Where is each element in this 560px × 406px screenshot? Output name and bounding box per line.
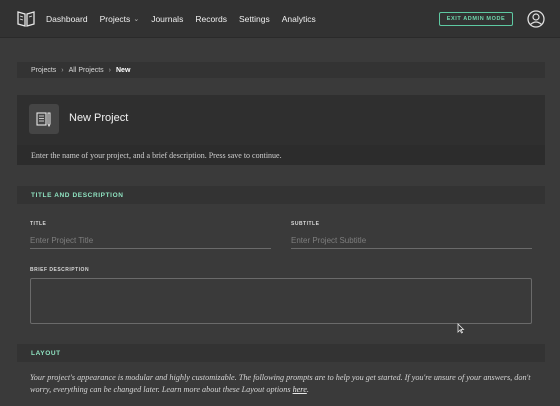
title-input[interactable]: Enter Project Title [30, 233, 271, 249]
chevron-right-icon: › [108, 66, 111, 74]
nav-dashboard-label: Dashboard [46, 14, 88, 24]
mouse-cursor-icon [457, 323, 465, 334]
nav-journals-label: Journals [151, 14, 184, 24]
subtitle-input[interactable]: Enter Project Subtitle [291, 233, 532, 249]
section-title-and-description: TITLE AND DESCRIPTION [17, 186, 545, 204]
breadcrumb-all-projects[interactable]: All Projects [69, 67, 104, 74]
page-header: New Project [17, 95, 545, 145]
layout-description: Your project's appearance is modular and… [30, 372, 540, 396]
breadcrumb: Projects › All Projects › New [17, 62, 545, 78]
main-nav: Dashboard Projects ⌄ Journals Records Set… [46, 0, 328, 38]
nav-records-label: Records [195, 14, 227, 24]
layout-learn-more-link[interactable]: here [293, 385, 307, 394]
chevron-down-icon: ⌄ [133, 16, 140, 23]
chevron-right-icon: › [61, 66, 64, 74]
user-avatar-icon[interactable] [527, 10, 545, 28]
nav-settings[interactable]: Settings [239, 14, 270, 24]
nav-records[interactable]: Records [195, 14, 227, 24]
nav-projects[interactable]: Projects ⌄ [100, 14, 140, 24]
nav-analytics-label: Analytics [281, 14, 316, 24]
layout-description-text: Your project's appearance is modular and… [30, 373, 531, 394]
brief-description-label: BRIEF DESCRIPTION [30, 267, 90, 273]
nav-analytics[interactable]: Analytics [282, 14, 316, 24]
page-title: New Project [69, 112, 129, 124]
project-document-icon [29, 104, 59, 134]
nav-journals[interactable]: Journals [151, 14, 183, 24]
page-instructions: Enter the name of your project, and a br… [17, 145, 545, 165]
nav-dashboard[interactable]: Dashboard [46, 14, 88, 24]
subtitle-label: SUBTITLE [291, 221, 320, 227]
brief-description-textarea[interactable] [30, 278, 532, 324]
nav-projects-label: Projects [99, 14, 131, 24]
title-label: TITLE [30, 221, 47, 227]
exit-admin-mode-button[interactable]: EXIT ADMIN MODE [439, 12, 513, 26]
top-navbar: Dashboard Projects ⌄ Journals Records Set… [0, 0, 560, 38]
nav-settings-label: Settings [238, 14, 270, 24]
breadcrumb-projects[interactable]: Projects [31, 67, 56, 74]
breadcrumb-current: New [116, 66, 131, 74]
book-icon[interactable] [17, 10, 35, 27]
layout-description-end: . [306, 385, 309, 394]
section-layout: LAYOUT [17, 344, 545, 362]
